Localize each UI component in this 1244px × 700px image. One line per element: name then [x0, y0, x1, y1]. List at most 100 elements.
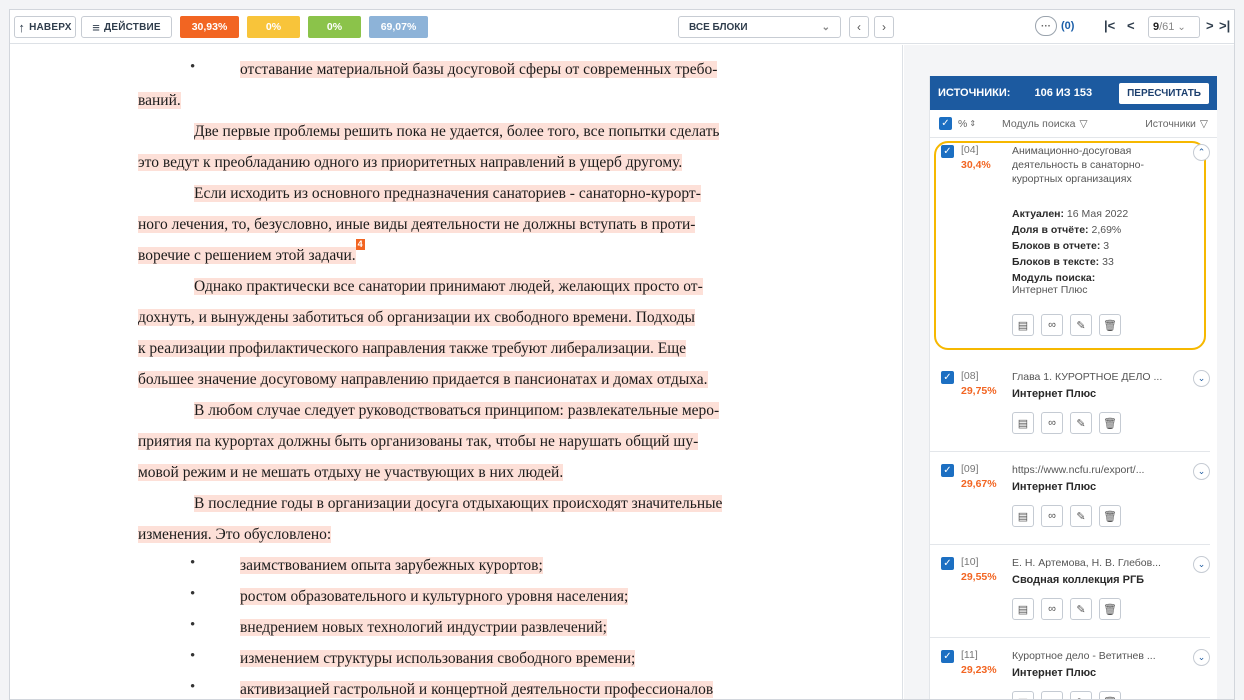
highlighted-text[interactable]: воречие с решением этой задачи.: [138, 247, 356, 264]
last-page-button[interactable]: >|: [1219, 18, 1230, 33]
prev-page-button[interactable]: <: [1127, 18, 1135, 33]
chevron-up-icon: ⌃: [1197, 147, 1206, 157]
comments-button[interactable]: ··· (0): [1035, 16, 1074, 36]
link-icon[interactable]: ∞: [1041, 412, 1063, 434]
document-line: Две первые проблемы решить пока не удает…: [194, 121, 720, 142]
pencil-icon[interactable]: ✎: [1070, 505, 1092, 527]
source-item[interactable]: ✓ [09] 29,67% https://www.ncfu.ru/export/..…: [930, 457, 1210, 545]
highlighted-text[interactable]: В последние годы в организации досуга от…: [194, 495, 723, 512]
percentage-pill[interactable]: 0%: [247, 16, 300, 38]
trash-icon[interactable]: 🗑: [1099, 598, 1121, 620]
highlighted-text[interactable]: заимствованием опыта зарубежных курортов…: [240, 557, 543, 574]
highlighted-text[interactable]: изменением структуры использования свобо…: [240, 650, 636, 667]
trash-icon[interactable]: 🗑: [1099, 691, 1121, 699]
document-line: изменения. Это обусловлено:: [138, 524, 332, 545]
source-checkbox[interactable]: ✓: [941, 371, 954, 384]
highlighted-text[interactable]: дохнуть, и вынуждены заботиться об орган…: [138, 309, 695, 326]
highlighted-text[interactable]: Однако практически все санатории принима…: [194, 278, 703, 295]
highlighted-text[interactable]: ростом образовательного и культурного ур…: [240, 588, 629, 605]
source-checkbox[interactable]: ✓: [941, 464, 954, 477]
pencil-icon[interactable]: ✎: [1070, 691, 1092, 699]
source-module: Интернет Плюс: [1012, 388, 1097, 400]
source-item[interactable]: ✓ [11] 29,23% Курортное дело - Ветитнев ...…: [930, 643, 1210, 699]
source-title[interactable]: https://www.ncfu.ru/export/...: [1012, 463, 1182, 477]
highlighted-text[interactable]: мовой режим и не мешать отдыху не участв…: [138, 464, 564, 481]
book-icon[interactable]: ▤: [1012, 598, 1034, 620]
source-checkbox[interactable]: ✓: [941, 145, 954, 158]
sources-filter-header[interactable]: Источники: [1145, 118, 1196, 130]
highlighted-text[interactable]: В любом случае следует руководствоваться…: [194, 402, 720, 419]
pencil-icon[interactable]: ✎: [1070, 598, 1092, 620]
highlighted-text[interactable]: активизацией гастрольной и концертной де…: [240, 681, 714, 698]
percentage-pill[interactable]: 30,93%: [180, 16, 239, 38]
expand-toggle[interactable]: ⌄: [1193, 463, 1210, 480]
page-select[interactable]: 9/61 ⌄: [1148, 16, 1200, 38]
sources-header: ИСТОЧНИКИ: 106 ИЗ 153 ПЕРЕСЧИТАТЬ: [930, 76, 1217, 110]
highlighted-text[interactable]: ного лечения, то, безусловно, иные виды …: [138, 216, 696, 233]
link-icon[interactable]: ∞: [1041, 314, 1063, 336]
sort-icon: ⇕: [969, 119, 977, 128]
highlighted-text[interactable]: приятия па курортах должны быть организо…: [138, 433, 699, 450]
percentage-pill[interactable]: 69,07%: [369, 16, 428, 38]
pencil-icon[interactable]: ✎: [1070, 412, 1092, 434]
collapse-toggle[interactable]: ⌃: [1193, 144, 1210, 161]
source-title[interactable]: Курортное дело - Ветитнев ...: [1012, 649, 1182, 663]
book-icon[interactable]: ▤: [1012, 412, 1034, 434]
next-page-button[interactable]: >: [1206, 18, 1214, 33]
recalculate-button[interactable]: ПЕРЕСЧИТАТЬ: [1119, 82, 1209, 104]
action-menu-button[interactable]: ≡ ДЕЙСТВИЕ: [81, 16, 172, 38]
source-number: [10]: [961, 556, 979, 568]
book-icon[interactable]: ▤: [1012, 691, 1034, 699]
source-percent: 29,67%: [961, 478, 997, 490]
link-icon[interactable]: ∞: [1041, 598, 1063, 620]
highlighted-text[interactable]: к реализации профилактического направлен…: [138, 340, 687, 357]
first-page-button[interactable]: |<: [1104, 18, 1115, 33]
highlighted-text[interactable]: изменения. Это обусловлено:: [138, 526, 332, 543]
book-icon[interactable]: ▤: [1012, 505, 1034, 527]
select-all-checkbox[interactable]: ✓: [939, 117, 952, 130]
highlighted-text[interactable]: отставание материальной базы досуговой с…: [240, 61, 718, 78]
source-marker[interactable]: 4: [355, 239, 365, 250]
source-title[interactable]: Е. Н. Артемова, Н. В. Глебов...: [1012, 556, 1182, 570]
prev-block-button[interactable]: ‹: [849, 16, 869, 38]
bullet-icon: •: [190, 617, 196, 633]
source-item-active[interactable]: ✓ [04] 30,4% Анимационно-досуговая деяте…: [930, 138, 1210, 358]
highlighted-text[interactable]: Две первые проблемы решить пока не удает…: [194, 123, 720, 140]
highlighted-text[interactable]: ваний.: [138, 92, 181, 109]
block-filter-select[interactable]: ВСЕ БЛОКИ ⌄: [678, 16, 841, 38]
highlighted-text[interactable]: внедрением новых технологий индустрии ра…: [240, 619, 607, 636]
scroll-up-button[interactable]: ↑ НАВЕРХ: [14, 16, 76, 38]
source-item[interactable]: ✓ [08] 29,75% Глава 1. КУРОРТНОЕ ДЕЛО ... Ин…: [930, 364, 1210, 452]
scroll-up-arrow-icon[interactable]: ▲: [1234, 180, 1235, 190]
trash-icon[interactable]: 🗑: [1099, 314, 1121, 336]
chevron-down-icon: ⌄: [1197, 652, 1206, 662]
trash-icon[interactable]: 🗑: [1099, 505, 1121, 527]
link-icon[interactable]: ∞: [1041, 691, 1063, 699]
highlighted-text[interactable]: большее значение досуговому направлению …: [138, 371, 708, 388]
expand-toggle[interactable]: ⌄: [1193, 556, 1210, 573]
source-title[interactable]: Анимационно-досуговая деятельность в сан…: [1012, 144, 1182, 186]
source-title[interactable]: Глава 1. КУРОРТНОЕ ДЕЛО ...: [1012, 370, 1182, 384]
highlighted-text[interactable]: Если исходить из основного предназначени…: [194, 185, 701, 202]
document-line: Однако практически все санатории принима…: [194, 276, 703, 297]
module-filter-header[interactable]: Модуль поиска: [1002, 118, 1075, 130]
source-percent: 29,75%: [961, 385, 997, 397]
bullet-icon: •: [190, 586, 196, 602]
chevron-left-icon: ‹: [857, 20, 861, 34]
highlighted-text[interactable]: это ведут к преобладанию одного из приор…: [138, 154, 683, 171]
expand-toggle[interactable]: ⌄: [1193, 370, 1210, 387]
expand-toggle[interactable]: ⌄: [1193, 649, 1210, 666]
percentage-pill[interactable]: 0%: [308, 16, 361, 38]
source-checkbox[interactable]: ✓: [941, 557, 954, 570]
trash-icon[interactable]: 🗑: [1099, 412, 1121, 434]
link-icon[interactable]: ∞: [1041, 505, 1063, 527]
book-icon[interactable]: ▤: [1012, 314, 1034, 336]
pencil-icon[interactable]: ✎: [1070, 314, 1092, 336]
source-item[interactable]: ✓ [10] 29,55% Е. Н. Артемова, Н. В. Глебов.…: [930, 550, 1210, 638]
sort-percent-header[interactable]: %: [958, 118, 967, 130]
document-view: • отставание материальной базы досуговой …: [10, 45, 903, 699]
source-checkbox[interactable]: ✓: [941, 650, 954, 663]
document-line: Если исходить из основного предназначени…: [194, 183, 701, 204]
document-line: ростом образовательного и культурного ур…: [240, 586, 629, 607]
next-block-button[interactable]: ›: [874, 16, 894, 38]
